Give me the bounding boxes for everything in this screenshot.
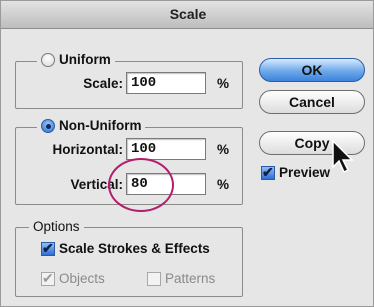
ok-button[interactable]: OK bbox=[259, 58, 365, 82]
non-uniform-radio[interactable]: Non-Uniform bbox=[37, 118, 146, 133]
checkbox-icon bbox=[261, 164, 275, 181]
annotation-circle bbox=[108, 158, 174, 212]
title-bar: Scale bbox=[1, 1, 373, 29]
scale-input[interactable]: 100 bbox=[126, 72, 206, 94]
options-label: Options bbox=[33, 219, 80, 234]
scale-strokes-label: Scale Strokes & Effects bbox=[59, 241, 210, 256]
scale-strokes-checkbox[interactable]: Scale Strokes & Effects bbox=[41, 240, 210, 257]
cancel-button[interactable]: Cancel bbox=[259, 90, 365, 114]
arrow-cursor-icon bbox=[332, 139, 354, 174]
non-uniform-label: Non-Uniform bbox=[59, 118, 142, 133]
patterns-label: Patterns bbox=[165, 271, 216, 286]
dialog-title: Scale bbox=[169, 6, 207, 22]
uniform-radio[interactable]: Uniform bbox=[37, 52, 115, 67]
horizontal-unit: % bbox=[217, 142, 230, 157]
vertical-unit: % bbox=[217, 177, 230, 192]
options-legend: Options bbox=[29, 219, 84, 234]
radio-icon bbox=[41, 118, 55, 133]
uniform-label: Uniform bbox=[59, 52, 111, 67]
scale-label: Scale: bbox=[83, 76, 123, 91]
radio-icon bbox=[41, 52, 55, 67]
scale-unit: % bbox=[217, 76, 230, 91]
objects-checkbox[interactable]: Objects bbox=[41, 270, 105, 287]
checkbox-icon bbox=[41, 270, 55, 287]
preview-label: Preview bbox=[279, 165, 331, 180]
options-group bbox=[15, 227, 243, 297]
scale-dialog: Scale Uniform Scale: 100 % Non-Uniform H… bbox=[0, 0, 374, 307]
preview-checkbox[interactable]: Preview bbox=[261, 164, 331, 181]
checkbox-icon bbox=[41, 240, 55, 257]
objects-label: Objects bbox=[59, 271, 105, 286]
patterns-checkbox[interactable]: Patterns bbox=[147, 271, 215, 286]
horizontal-input[interactable]: 100 bbox=[126, 138, 206, 160]
checkbox-icon bbox=[147, 271, 161, 286]
horizontal-label: Horizontal: bbox=[52, 142, 124, 157]
